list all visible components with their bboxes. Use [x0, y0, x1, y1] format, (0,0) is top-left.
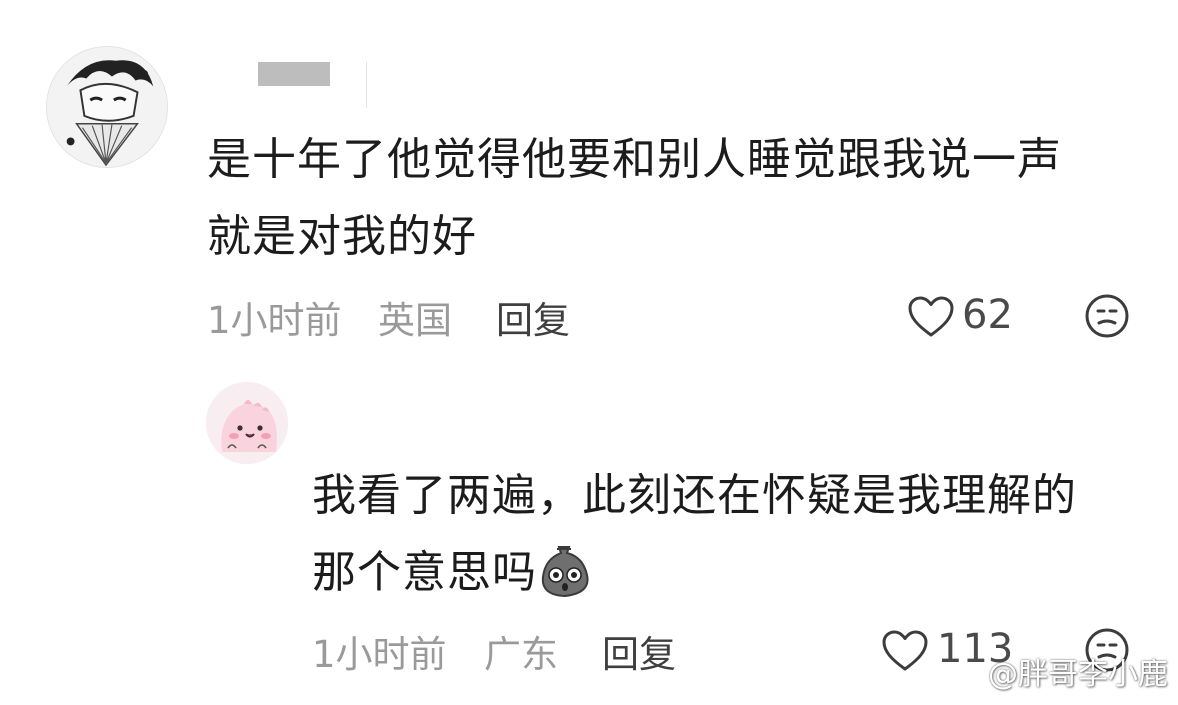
- username-redacted[interactable]: [258, 62, 330, 86]
- comment-timestamp: 1小时前: [312, 633, 447, 676]
- pink-dinosaur-avatar-icon: [206, 382, 288, 464]
- weibo-logo-icon: [944, 660, 984, 692]
- watermark: @胖哥李小鹿: [944, 649, 1168, 693]
- comment-timestamp: 1小时前: [207, 299, 342, 342]
- comment-text-line: 是十年了他觉得他要和别人睡觉跟我说一声: [207, 134, 1062, 185]
- manga-character-avatar-icon: [47, 47, 167, 167]
- heart-outline-icon[interactable]: [881, 629, 929, 673]
- comment-text-line: 那个意思吗: [312, 533, 591, 613]
- like-count: 62: [962, 292, 1013, 338]
- user-avatar[interactable]: [46, 46, 168, 168]
- reply-button[interactable]: 回复: [602, 624, 676, 678]
- comment-location: 广东: [484, 633, 558, 676]
- comment-location: 英国: [378, 299, 452, 342]
- meh-face-icon[interactable]: [1084, 293, 1130, 339]
- username-divider: [366, 62, 367, 108]
- comment-text-segment: 那个意思吗: [312, 547, 537, 598]
- comment-text-line: 我看了两遍，此刻还在怀疑是我理解的: [312, 470, 1077, 521]
- watermark-text: @胖哥李小鹿: [988, 657, 1168, 692]
- reply-button[interactable]: 回复: [496, 290, 570, 344]
- comment-text-line: 就是对我的好: [207, 211, 477, 262]
- heart-outline-icon[interactable]: [907, 295, 955, 339]
- user-avatar[interactable]: [206, 382, 288, 464]
- shocked-rock-sticker-icon: [539, 543, 591, 599]
